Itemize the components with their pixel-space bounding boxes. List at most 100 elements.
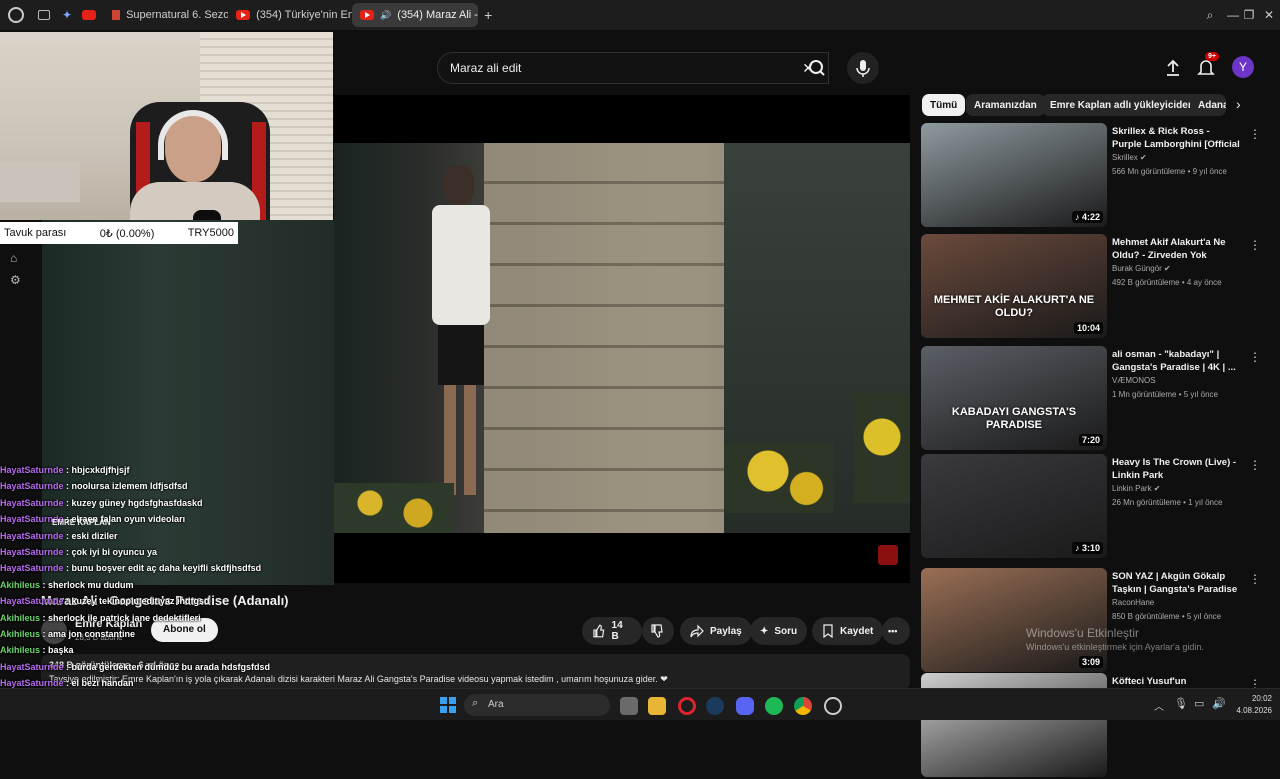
recommendation-channel[interactable]: RaconHane [1112,598,1154,607]
tab-supernatural[interactable]: Supernatural 6. Sezon 5. Bö [104,3,228,27]
dislike-button[interactable] [642,617,674,645]
chips-next-icon[interactable]: › [1236,96,1241,112]
chat-text: el bezi handan [71,678,134,689]
chat-username[interactable]: HayatSaturnde [0,531,64,541]
recommendation-card[interactable]: ♪ 3:10 Heavy Is The Crown (Live) - Linkin… [921,454,1266,560]
chat-username[interactable]: Akihileus [0,629,40,639]
recommendation-channel[interactable]: VÆMONOS [1112,376,1156,385]
tray-volume-icon[interactable]: 🔊 [1212,697,1226,710]
tab-maraz-ali[interactable]: 🔊 (354) Maraz Ali - Gangs [352,3,479,27]
tray-mic-icon[interactable]: 🎙 [1174,697,1188,710]
close-window-icon[interactable]: ✕ [1262,8,1276,22]
more-options-icon[interactable]: ⋮ [1249,572,1261,586]
recommendation-title[interactable]: SON YAZ | Akgün Gökalp Taşkın | Gangsta'… [1112,570,1240,596]
chat-username[interactable]: HayatSaturnde [0,662,64,672]
youtube-pinned-icon[interactable] [82,10,97,20]
more-options-icon[interactable]: ⋮ [1249,238,1261,252]
yellow-flowers-left [334,483,454,533]
recommendation-title[interactable]: Heavy Is The Crown (Live) - Linkin Park [1112,456,1240,482]
save-button[interactable]: Kaydet [812,617,884,645]
chip-adana[interactable]: Adana [1190,94,1226,116]
duration-badge: 3:09 [1078,656,1103,668]
chat-username[interactable]: HayatSaturnde [0,563,64,573]
video-player[interactable] [334,95,910,583]
minimize-icon[interactable]: — [1226,8,1240,22]
recommendation-card[interactable]: 3:09 SON YAZ | Akgün Gökalp Taşkın | Gang… [921,568,1266,674]
recommendation-card[interactable]: ♪ 4:22 Skrillex & Rick Ross - Purple Lamb… [921,123,1266,229]
chat-message: Akihileus : sherlock ile patrick jane de… [0,610,340,626]
chat-username[interactable]: Akihileus [0,645,40,655]
steam-icon[interactable] [706,697,724,715]
account-avatar[interactable]: Y [1232,56,1254,78]
more-options-icon[interactable]: ⋮ [1249,127,1261,141]
chat-text: noolursa izlemem ldfjsdfsd [71,481,188,492]
restore-icon[interactable]: ❐ [1242,8,1256,22]
share-button[interactable]: Paylaş [680,617,752,645]
chat-username[interactable]: Akihileus [0,613,40,623]
tray-chevron-icon[interactable]: ︿ [1154,698,1164,713]
search-tabs-icon[interactable]: ⌕ [1203,8,1217,22]
file-explorer-icon[interactable] [648,697,666,715]
tab-turkiye[interactable]: (354) Türkiye'nin En Gizem [228,3,352,27]
recommendation-title[interactable]: Skrillex & Rick Ross - Purple Lamborghin… [1112,125,1240,151]
chrome-icon[interactable] [794,697,812,715]
audio-playing-icon[interactable]: 🔊 [380,10,391,21]
recommendation-title[interactable]: Mehmet Akif Alakurt'a Ne Oldu? - Zirvede… [1112,236,1240,262]
recommendation-card[interactable]: KABADAYI GANGSTA'S PARADISE 7:20 ali osman… [921,346,1266,452]
more-options-icon[interactable]: ⋮ [1249,458,1261,472]
recommendation-channel[interactable]: Skrillex ✔ [1112,153,1147,162]
browser-menu-icon[interactable] [8,7,24,23]
more-options-icon[interactable]: ⋮ [1249,350,1261,364]
recommendation-thumbnail[interactable]: ♪ 4:22 [921,123,1107,227]
search-button[interactable] [799,52,835,84]
search-input[interactable]: Maraz ali edit ✕ [437,52,829,84]
chat-text: eski diziler [71,530,118,541]
chip-from-uploader[interactable]: Emre Kaplan adlı yükleyiciden [1042,94,1202,116]
upload-icon[interactable] [1163,58,1183,78]
new-tab-button[interactable]: + [484,7,492,23]
tray-network-icon[interactable]: ▭ [1194,697,1204,710]
browser-tab-bar: ✦ Supernatural 6. Sezon 5. Bö (354) Türk… [0,0,1280,30]
voice-search-button[interactable] [847,52,879,84]
like-button[interactable]: 14 B [582,617,642,645]
channel-watermark-icon[interactable] [878,545,898,565]
task-view-icon[interactable] [620,697,638,715]
more-actions-button[interactable]: ••• [882,617,910,645]
taskbar-search-box[interactable]: ⌕ Ara [464,694,610,716]
recommendation-thumbnail[interactable]: KABADAYI GANGSTA'S PARADISE 7:20 [921,346,1107,450]
spotify-icon[interactable] [765,697,783,715]
ask-button[interactable]: ✦ Soru [750,617,808,645]
chat-username[interactable]: HayatSaturnde [0,465,64,475]
video-frame[interactable] [334,143,910,533]
chip-all[interactable]: Tümü [922,94,966,116]
settings-app-icon[interactable] [824,697,842,715]
chat-username[interactable]: HayatSaturnde [0,498,64,508]
opera-icon[interactable] [678,697,696,715]
workspaces-icon[interactable] [38,10,50,20]
youtube-header: Maraz ali edit ✕ 9+ Y [333,48,1280,88]
chat-username[interactable]: HayatSaturnde [0,547,64,557]
discord-icon[interactable] [736,697,754,715]
chat-username[interactable]: Akihileus [0,580,40,590]
windows-start-icon[interactable] [440,697,456,713]
gemini-icon[interactable]: ✦ [62,8,72,22]
recommendation-channel[interactable]: Burak Güngör ✔ [1112,264,1171,273]
recommendation-title[interactable]: ali osman - "kabadayı" | Gangsta's Parad… [1112,348,1240,374]
yellow-flowers-far-right [854,393,910,503]
taskbar-clock[interactable]: 20:02 4.08.2026 [1232,693,1272,717]
clock-time: 20:02 [1251,694,1272,703]
recommendation-thumbnail[interactable]: 3:09 [921,568,1107,672]
chat-separator: : [63,465,72,475]
chat-separator: : [63,546,72,557]
chat-message: HayatSaturnde : kuzey tekinoplu edit yaz… [0,593,340,609]
chip-from-search[interactable]: Aramanızdan [966,94,1045,116]
recommendation-channel[interactable]: Linkin Park ✔ [1112,484,1161,493]
chat-username[interactable]: HayatSaturnde [0,481,64,491]
channel-name: VÆMONOS [1112,376,1156,385]
recommendation-card[interactable]: MEHMET AKİF ALAKURT'A NE OLDU? 10:04 Mehme… [921,234,1266,340]
chat-username[interactable]: HayatSaturnde [0,678,64,688]
notifications-button[interactable]: 9+ [1195,52,1219,78]
recommendation-thumbnail[interactable]: MEHMET AKİF ALAKURT'A NE OLDU? 10:04 [921,234,1107,338]
recommendation-thumbnail[interactable]: ♪ 3:10 [921,454,1107,558]
chat-username[interactable]: HayatSaturnde [0,596,64,606]
